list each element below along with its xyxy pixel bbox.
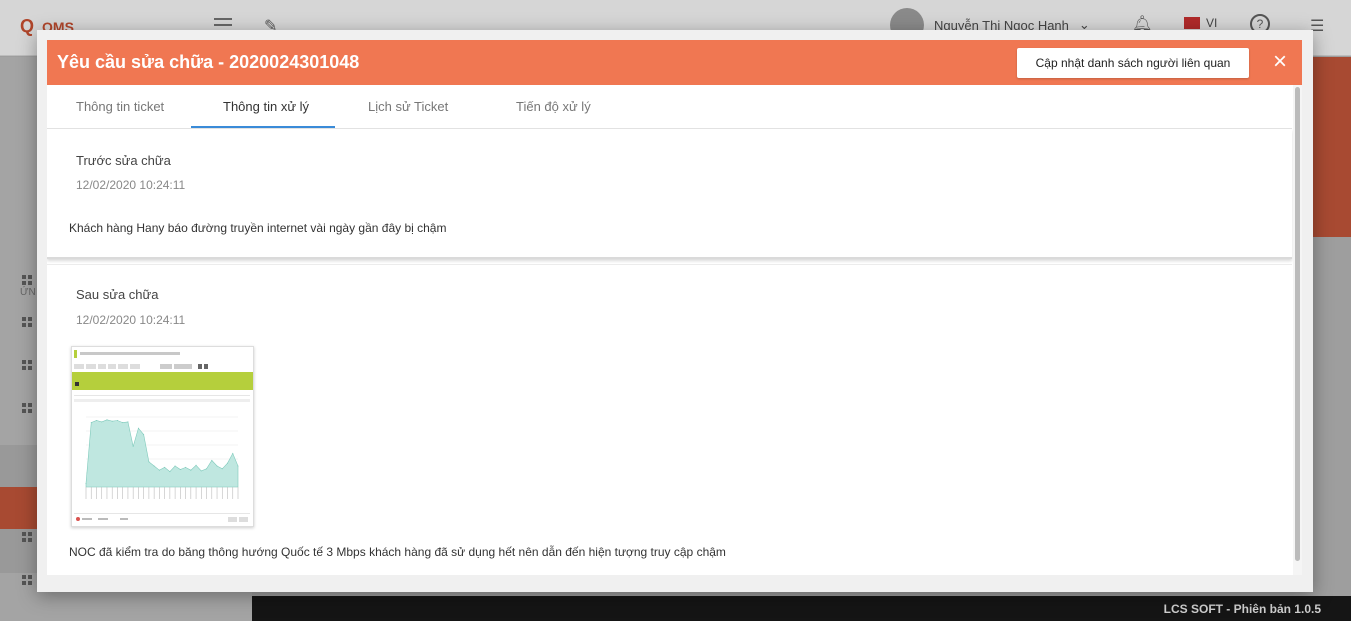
- chart-point: [137, 427, 139, 429]
- grid-icon: [22, 403, 32, 413]
- background-panel: [1313, 57, 1351, 237]
- language-selector[interactable]: VI: [1184, 16, 1217, 30]
- grid-icon: [22, 275, 32, 285]
- chart-point: [221, 468, 223, 470]
- grid-icon: [22, 317, 32, 327]
- chart-point: [227, 462, 229, 464]
- chart-point: [206, 468, 208, 470]
- chart-point: [153, 465, 155, 467]
- repair-request-modal: Yêu cầu sửa chữa - 2020024301048 Cập nhậ…: [37, 30, 1313, 592]
- grid-icon: [22, 532, 32, 542]
- chart-point: [106, 419, 108, 421]
- chart-point: [111, 420, 113, 422]
- chart-point: [95, 420, 97, 421]
- active-tab-indicator: [191, 126, 335, 128]
- after-repair-title: Sau sửa chữa: [76, 287, 159, 302]
- chart-point: [195, 464, 197, 466]
- after-repair-time: 12/02/2020 10:24:11: [76, 313, 186, 327]
- footer-version: LCS SOFT - Phiên bản 1.0.5: [1163, 602, 1321, 616]
- grid-icon: [22, 360, 32, 370]
- chart-point: [90, 422, 92, 424]
- chart-point: [216, 465, 218, 467]
- scrollbar-thumb[interactable]: [1295, 87, 1300, 561]
- chart-point: [179, 469, 181, 470]
- sidebar-section-label: ỨN: [20, 287, 36, 298]
- chart-point: [101, 421, 103, 423]
- scrollbar[interactable]: [1293, 85, 1302, 575]
- attachment-image-thumbnail[interactable]: [71, 346, 254, 527]
- language-label: VI: [1206, 16, 1218, 30]
- chart-point: [211, 459, 213, 461]
- chart-point: [185, 466, 187, 468]
- chart-point: [132, 445, 134, 447]
- update-related-people-button[interactable]: Cập nhật danh sách người liên quan: [1017, 48, 1249, 78]
- chart-point: [127, 421, 129, 423]
- tab-ticket-history[interactable]: Lịch sử Ticket: [368, 99, 448, 114]
- chart-point: [85, 483, 87, 484]
- tab-bar: Thông tin ticket Thông tin xử lý Lịch sử…: [47, 85, 1292, 129]
- tab-ticket-info[interactable]: Thông tin ticket: [76, 99, 164, 114]
- chart-point: [190, 469, 192, 471]
- after-repair-card: Sau sửa chữa 12/02/2020 10:24:11 NOC đã …: [47, 264, 1292, 575]
- bandwidth-chart-image: [72, 347, 253, 526]
- chart-point: [116, 420, 118, 421]
- logo-icon: Q: [20, 16, 35, 36]
- close-icon[interactable]: ×: [1266, 48, 1294, 76]
- chart-point: [169, 471, 171, 473]
- flag-icon: [1184, 17, 1200, 29]
- chart-point: [237, 465, 239, 467]
- chart-point: [148, 461, 150, 463]
- before-repair-time: 12/02/2020 10:24:11: [76, 178, 186, 192]
- before-repair-description: Khách hàng Hany báo đường truyền interne…: [69, 221, 447, 235]
- chart-point: [174, 465, 176, 467]
- modal-body: Thông tin ticket Thông tin xử lý Lịch sử…: [47, 85, 1302, 575]
- before-repair-card: Trước sửa chữa 12/02/2020 10:24:11 Khách…: [47, 129, 1292, 259]
- tab-progress[interactable]: Tiến độ xử lý: [516, 99, 591, 114]
- tab-processing-info[interactable]: Thông tin xử lý: [223, 99, 309, 114]
- chart-point: [164, 466, 166, 468]
- before-repair-title: Trước sửa chữa: [76, 153, 171, 168]
- after-repair-description: NOC đã kiểm tra do băng thông hướng Quốc…: [69, 545, 726, 559]
- grid-icon: [22, 575, 32, 585]
- chart-point: [143, 434, 145, 435]
- modal-header: Yêu cầu sửa chữa - 2020024301048 Cập nhậ…: [47, 40, 1302, 85]
- modal-title: Yêu cầu sửa chữa - 2020024301048: [57, 52, 360, 72]
- app-footer: LCS SOFT - Phiên bản 1.0.5: [252, 596, 1351, 621]
- chart-point: [232, 452, 234, 454]
- chart-point: [200, 470, 202, 472]
- chart-point: [122, 422, 124, 424]
- chart-point: [158, 469, 160, 471]
